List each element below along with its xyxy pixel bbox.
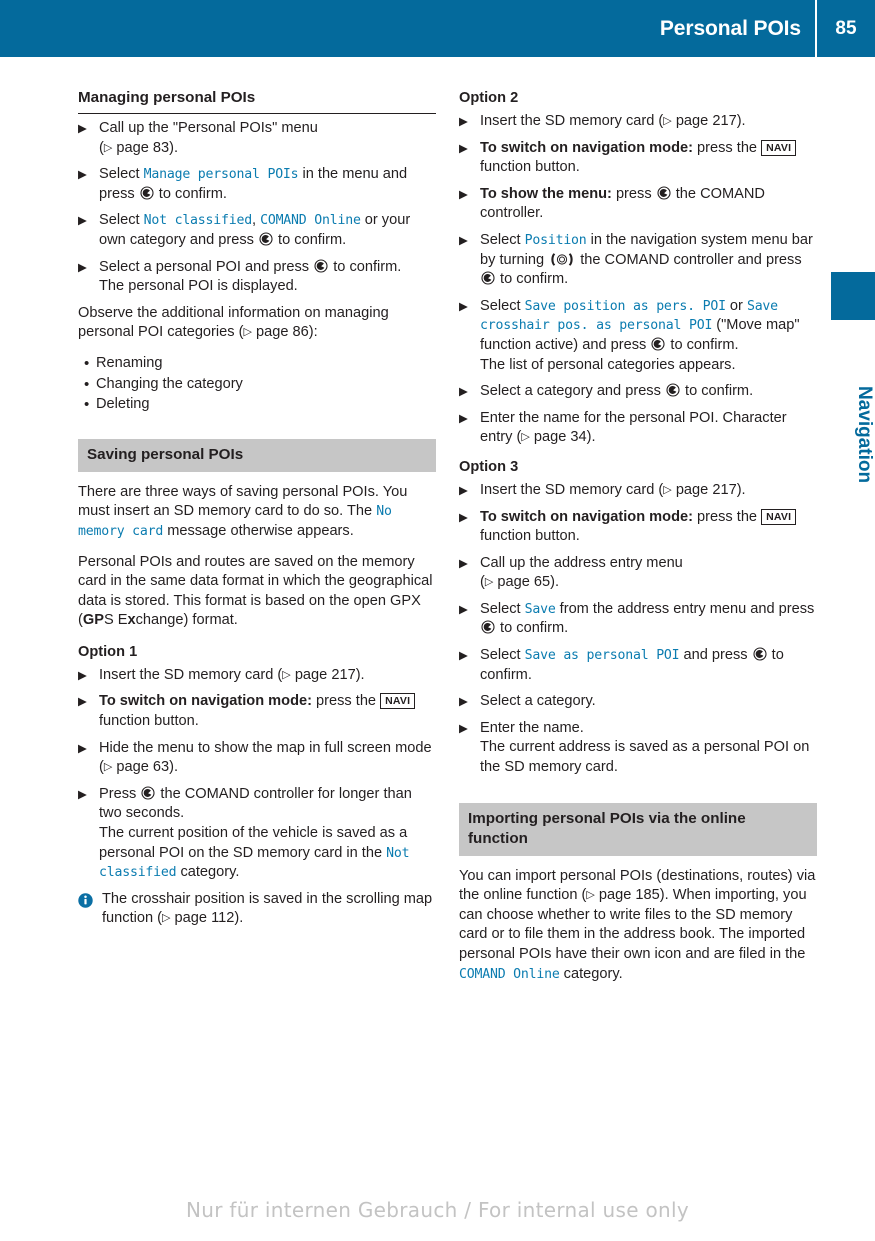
instruction-step: Call up the "Personal POIs" menu(▷ page … [78, 119, 436, 158]
reference-arrow-icon: ▷ [243, 326, 252, 339]
reference-arrow-icon: ▷ [103, 141, 113, 154]
instruction-step: Call up the address entry menu(▷ page 65… [459, 554, 817, 593]
instruction-step: Insert the SD memory card (▷ page 217). [78, 666, 436, 686]
instruction-step: Select Position in the navigation system… [459, 231, 817, 290]
saving-paragraph-2: Personal POIs and routes are saved on th… [78, 553, 433, 629]
reference-arrow-icon: ▷ [282, 668, 291, 681]
heading-option-3: Option 3 [459, 458, 519, 475]
info-note-text: The crosshair position is saved in the s… [102, 890, 433, 927]
bullet-item: Deleting [78, 395, 436, 415]
step-result-text: The current position of the vehicle is s… [99, 825, 410, 881]
instruction-step: Select Manage personal POIs in the menu … [78, 165, 436, 204]
instruction-step: Select Save position as pers. POI or Sav… [459, 297, 817, 375]
heading-option-1: Option 1 [78, 643, 138, 660]
reference-arrow-icon: ▷ [484, 576, 494, 589]
reference-arrow-icon: ▷ [162, 912, 171, 925]
menu-entry-text: Save position as pers. POI [524, 298, 726, 314]
page-title: Personal POIs [659, 16, 801, 40]
instruction-step: Press the COMAND controller for longer t… [78, 785, 436, 883]
instruction-step: Select Not classified, COMAND Online or … [78, 211, 436, 250]
bullet-item: Renaming [78, 354, 436, 374]
instruction-step: Select Save from the address entry menu … [459, 600, 817, 639]
menu-entry-text: No memory card [78, 504, 392, 539]
instruction-step: Select a personal POI and press to confi… [78, 258, 436, 297]
right-column: Option 2 Insert the SD memory card (▷ pa… [459, 88, 817, 995]
menu-entry-text: Manage personal POIs [143, 167, 299, 183]
reference-arrow-icon: ▷ [586, 889, 595, 902]
menu-entry-text: Position [524, 232, 587, 248]
left-column: Managing personal POIs Call up the "Pers… [78, 88, 436, 939]
importing-paragraph: You can import personal POIs (destinatio… [459, 867, 816, 982]
option-1-steps-list: Insert the SD memory card (▷ page 217). T… [78, 666, 436, 883]
heading-importing-online: Importing personal POIs via the online f… [459, 802, 817, 856]
option-2-steps-list: Insert the SD memory card (▷ page 217). T… [459, 112, 817, 448]
menu-entry-text: COMAND Online [260, 213, 361, 229]
reference-arrow-icon: ▷ [663, 115, 672, 127]
navi-function-button[interactable]: NAVI [380, 693, 416, 710]
menu-entry-text: COMAND Online [459, 966, 560, 982]
navi-function-button[interactable]: NAVI [761, 508, 797, 525]
press-comand-controller-icon [666, 383, 680, 397]
instruction-step: Insert the SD memory card (▷ page 217). [459, 481, 817, 501]
reference-arrow-icon: ▷ [103, 761, 113, 774]
info-note-crosshair: The crosshair position is saved in the s… [78, 890, 436, 929]
instruction-step: To switch on navigation mode: press the … [78, 692, 436, 731]
saving-paragraph-1: There are three ways of saving personal … [78, 483, 408, 539]
instruction-step: Enter the name.The current address is sa… [459, 719, 817, 778]
instruction-step: Enter the name for the personal POI. Cha… [459, 409, 817, 448]
emphasis-text: To switch on navigation mode: [480, 508, 693, 525]
instruction-step: To switch on navigation mode: press the … [459, 508, 817, 547]
press-comand-controller-icon [657, 186, 671, 200]
emphasis-text: x [127, 612, 136, 629]
menu-entry-text: Not classified [99, 845, 410, 881]
instruction-step: Hide the menu to show the map in full sc… [78, 739, 436, 778]
option-3-steps-list: Insert the SD memory card (▷ page 217). T… [459, 481, 817, 778]
menu-entry-text: Save [524, 601, 556, 617]
reference-arrow-icon: ▷ [663, 483, 672, 496]
instruction-step: To show the menu: press the COMAND contr… [459, 185, 817, 224]
observe-paragraph: Observe the additional information on ma… [78, 304, 389, 341]
instruction-step: Select a category and press to confirm. [459, 382, 817, 402]
press-comand-controller-icon [481, 271, 495, 285]
emphasis-text: GP [82, 612, 104, 629]
emphasis-text: To switch on navigation mode: [480, 139, 693, 156]
reference-arrow-icon: ▷ [521, 431, 530, 444]
turn-comand-controller-icon [549, 252, 575, 267]
emphasis-text: To switch on navigation mode: [99, 693, 312, 710]
step-result-text: The current address is saved as a person… [480, 739, 810, 776]
heading-option-2: Option 2 [459, 90, 519, 106]
managing-steps-list: Call up the "Personal POIs" menu(▷ page … [78, 119, 436, 297]
info-icon [78, 893, 93, 908]
bullet-item: Changing the category [78, 375, 436, 395]
heading-saving-personal-pois: Saving personal POIs [78, 438, 436, 472]
step-result-text: The personal POI is displayed. [99, 278, 298, 295]
press-comand-controller-icon [259, 232, 273, 246]
header-inner: Personal POIs 85 [660, 0, 875, 57]
instruction-step: Select a category. [459, 692, 817, 712]
press-comand-controller-icon [753, 647, 767, 661]
instruction-step: To switch on navigation mode: press the … [459, 139, 817, 178]
instruction-step: Select Save as personal POI and press to… [459, 646, 817, 685]
instruction-step: Insert the SD memory card (▷ page 217). [459, 112, 817, 132]
section-tab-marker [831, 272, 875, 320]
menu-entry-text: Save as personal POI [524, 648, 680, 664]
press-comand-controller-icon [140, 186, 154, 200]
menu-entry-text: Not classified [143, 213, 253, 229]
section-tab-label: Navigation [854, 386, 875, 484]
press-comand-controller-icon [481, 620, 495, 635]
page-header-bar: Personal POIs 85 [0, 0, 875, 57]
press-comand-controller-icon [314, 259, 328, 273]
emphasis-text: To show the menu: [480, 185, 612, 202]
step-result-text: The list of personal categories appears. [480, 356, 736, 373]
section-title-managing: Managing personal POIs [78, 88, 436, 114]
press-comand-controller-icon [141, 786, 155, 800]
press-comand-controller-icon [651, 337, 665, 351]
observe-bullet-list: RenamingChanging the categoryDeleting [78, 354, 436, 415]
internal-use-watermark: Nur für internen Gebrauch / For internal… [185, 1198, 690, 1222]
page-number: 85 [835, 17, 857, 39]
navi-function-button[interactable]: NAVI [761, 139, 797, 156]
